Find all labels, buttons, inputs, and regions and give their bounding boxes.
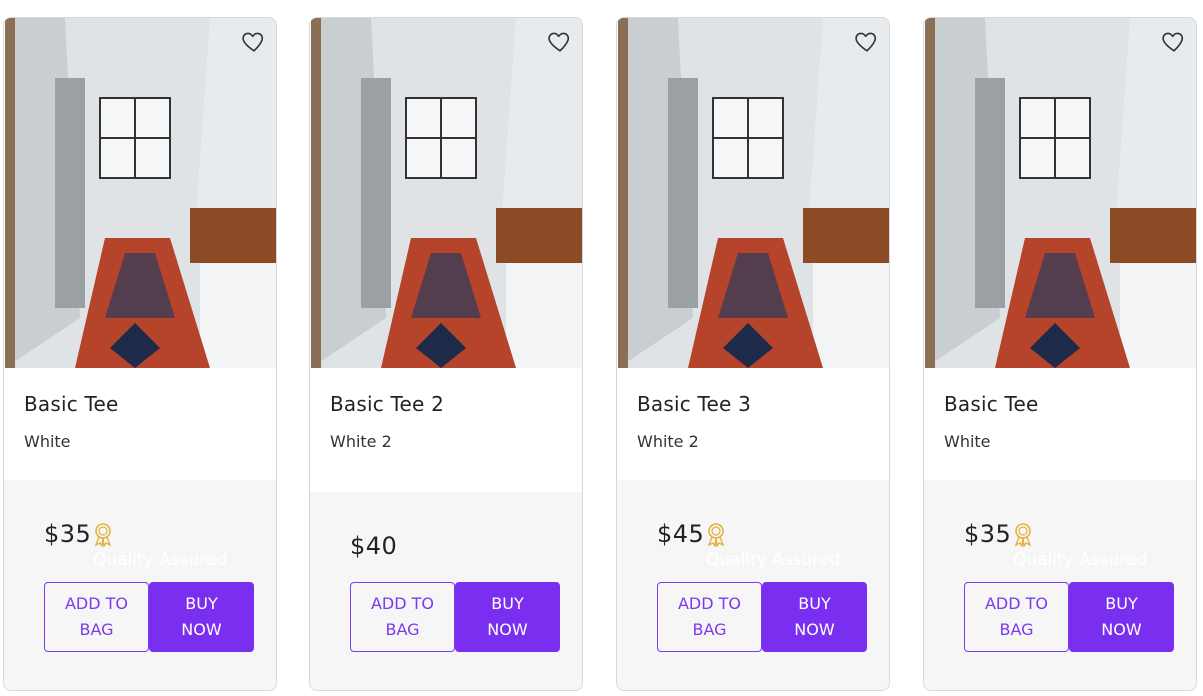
quality-label: Quality Assured <box>93 550 228 570</box>
add-to-bag-label: ADD TO BAG <box>677 594 742 639</box>
add-to-bag-button[interactable]: ADD TO BAG <box>44 582 149 652</box>
product-title: Basic Tee <box>944 392 1039 416</box>
heart-icon[interactable] <box>1161 28 1187 54</box>
buy-now-label: BUY NOW <box>1101 594 1142 639</box>
add-to-bag-label: ADD TO BAG <box>64 594 129 639</box>
kitchen-photo <box>5 18 276 368</box>
heart-icon[interactable] <box>854 28 880 54</box>
price-row: $45 <box>657 520 728 548</box>
quality-label: Quality Assured <box>706 550 841 570</box>
product-card[interactable]: Basic Tee White $35 Quality Assured ADD … <box>3 17 277 691</box>
product-color: White <box>24 432 71 451</box>
add-to-bag-button[interactable]: ADD TO BAG <box>657 582 762 652</box>
product-price: $35 <box>44 520 92 548</box>
product-image[interactable] <box>925 18 1196 368</box>
heart-icon[interactable] <box>241 28 267 54</box>
add-to-bag-button[interactable]: ADD TO BAG <box>964 582 1069 652</box>
product-color: White <box>944 432 991 451</box>
ribbon-badge-icon <box>708 523 725 547</box>
kitchen-photo <box>311 18 582 368</box>
product-color: White 2 <box>637 432 699 451</box>
buy-now-label: BUY NOW <box>487 594 528 639</box>
product-footer: $35 Quality Assured ADD TO BAG BUY NOW <box>924 480 1196 690</box>
add-to-bag-button[interactable]: ADD TO BAG <box>350 582 455 652</box>
price-row: $35 <box>964 520 1035 548</box>
buy-now-button[interactable]: BUY NOW <box>1069 582 1174 652</box>
product-price: $35 <box>964 520 1012 548</box>
product-card[interactable]: Basic Tee 3 White 2 $45 Quality Assured … <box>616 17 890 691</box>
ribbon-badge-icon <box>95 523 112 547</box>
product-footer: $35 Quality Assured ADD TO BAG BUY NOW <box>4 480 276 690</box>
product-footer: $45 Quality Assured ADD TO BAG BUY NOW <box>617 480 889 690</box>
price-row: $40 <box>350 532 397 560</box>
product-image[interactable] <box>5 18 276 368</box>
buy-now-label: BUY NOW <box>181 594 222 639</box>
product-card[interactable]: Basic Tee 2 White 2 $40 ADD TO BAG BUY N… <box>309 17 583 691</box>
product-image[interactable] <box>311 18 582 368</box>
price-row: $35 <box>44 520 115 548</box>
product-title: Basic Tee <box>24 392 119 416</box>
kitchen-photo <box>618 18 889 368</box>
buy-now-button[interactable]: BUY NOW <box>149 582 254 652</box>
kitchen-photo <box>925 18 1196 368</box>
add-to-bag-label: ADD TO BAG <box>370 594 435 639</box>
product-color: White 2 <box>330 432 392 451</box>
product-title: Basic Tee 2 <box>330 392 445 416</box>
add-to-bag-label: ADD TO BAG <box>984 594 1049 639</box>
quality-label: Quality Assured <box>1013 550 1148 570</box>
buy-now-button[interactable]: BUY NOW <box>762 582 867 652</box>
product-title: Basic Tee 3 <box>637 392 752 416</box>
product-card[interactable]: Basic Tee White $35 Quality Assured ADD … <box>923 17 1197 691</box>
product-image[interactable] <box>618 18 889 368</box>
product-price: $40 <box>350 532 398 560</box>
heart-icon[interactable] <box>547 28 573 54</box>
ribbon-badge-icon <box>1015 523 1032 547</box>
product-price: $45 <box>657 520 705 548</box>
buy-now-button[interactable]: BUY NOW <box>455 582 560 652</box>
product-footer: $40 ADD TO BAG BUY NOW <box>310 492 582 690</box>
buy-now-label: BUY NOW <box>794 594 835 639</box>
